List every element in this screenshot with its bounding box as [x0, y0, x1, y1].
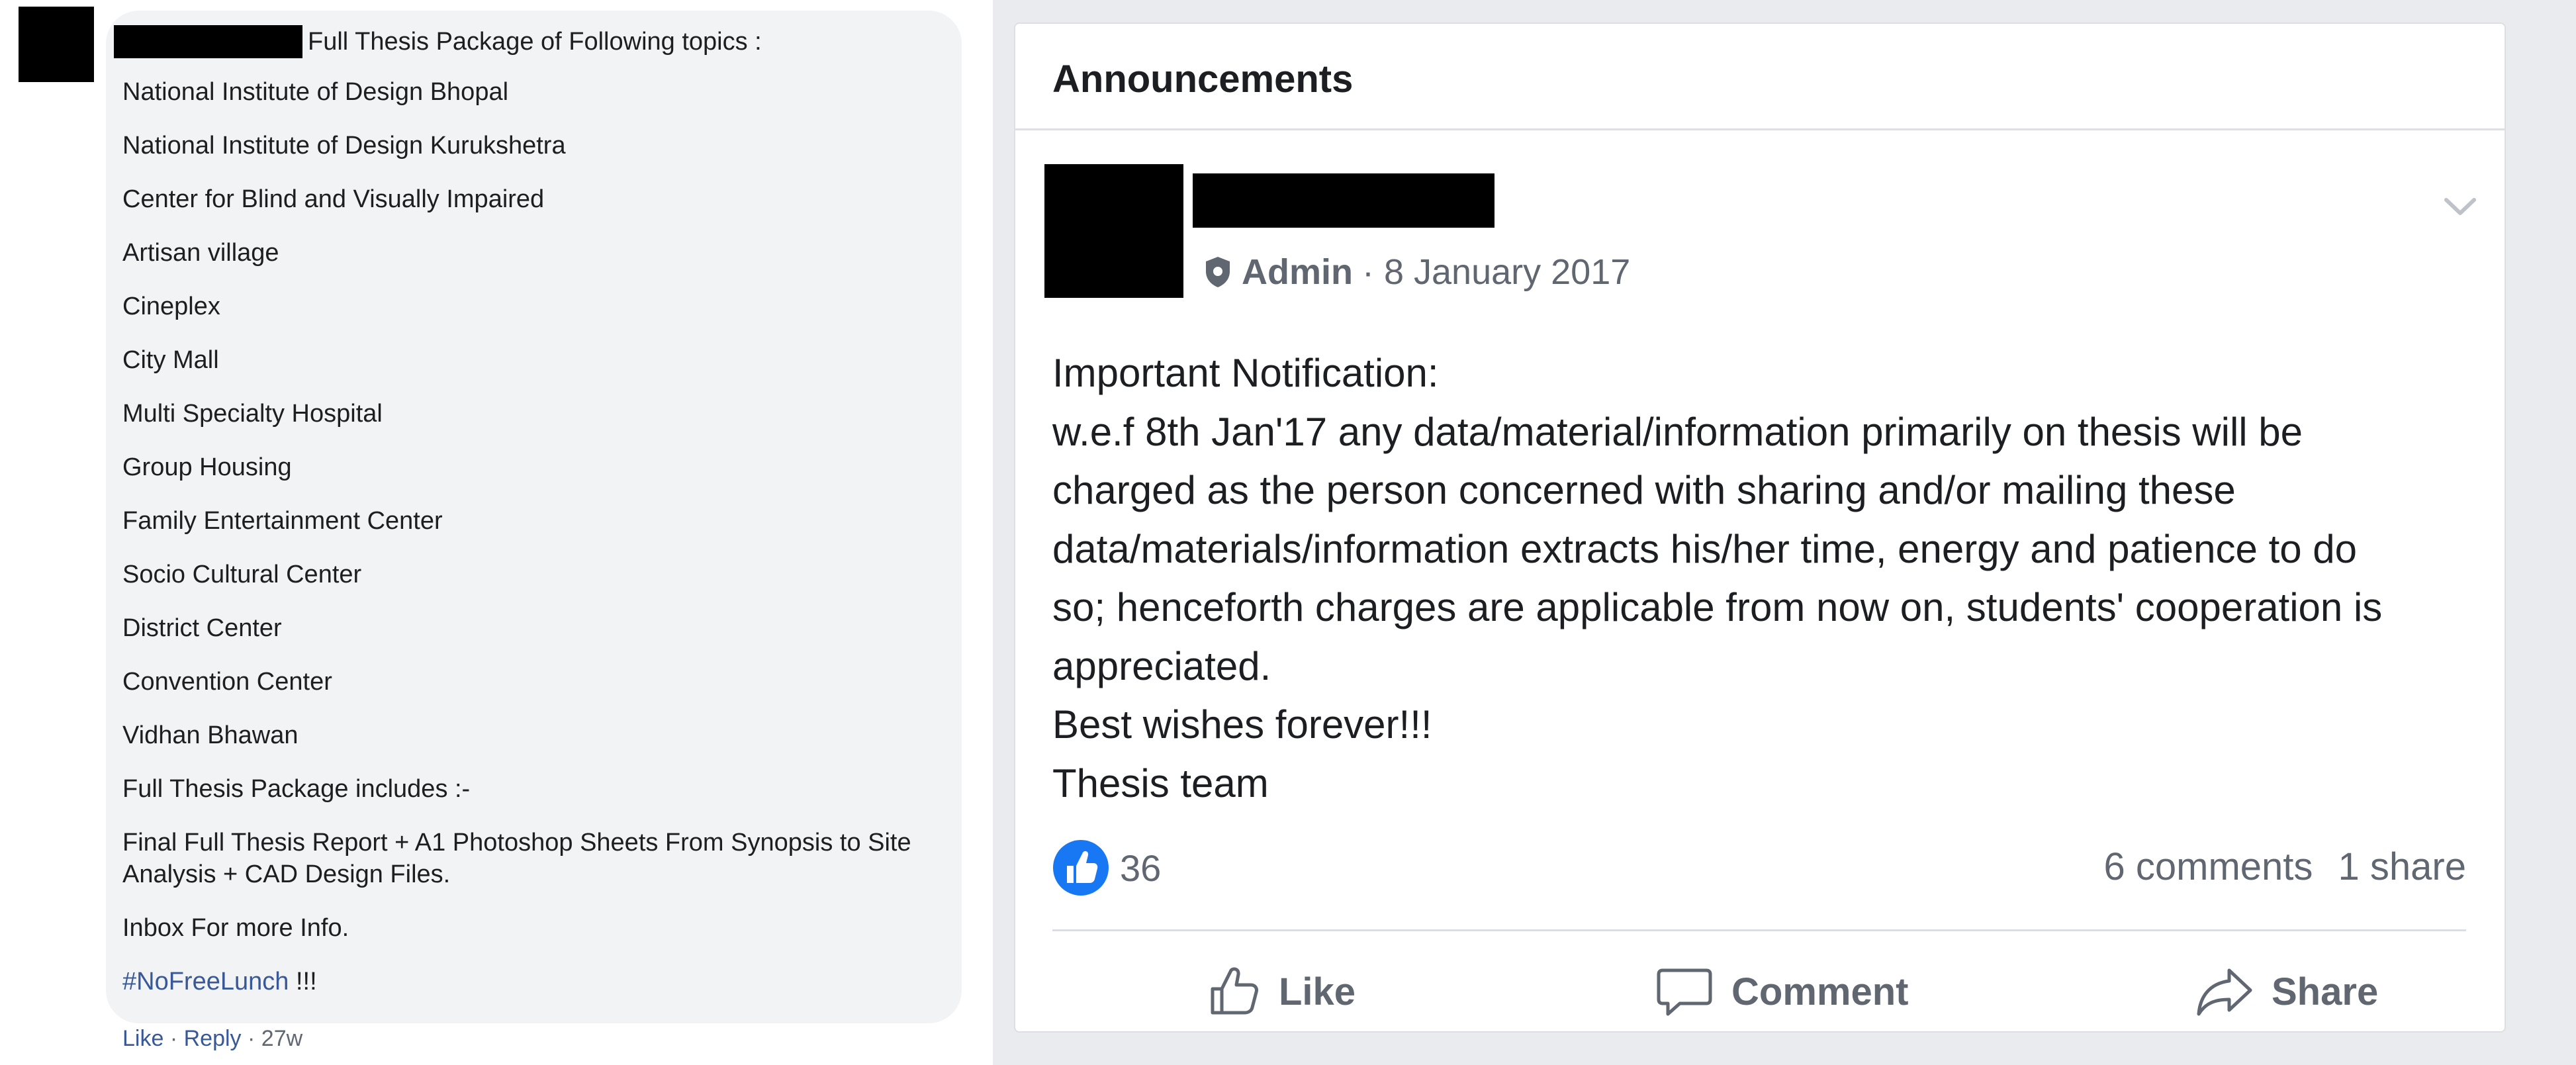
commenter-name-redacted[interactable] [114, 25, 302, 58]
reaction-count: 36 [1120, 847, 1162, 889]
topic-item: Multi Specialty Hospital [122, 400, 383, 428]
comment-header: Full Thesis Package of Following topics … [114, 25, 762, 58]
reaction-summary[interactable]: 36 [1052, 839, 1161, 896]
topic-item: Convention Center [122, 668, 332, 696]
post-body-line: Thesis team [1052, 761, 1269, 806]
comment-like-link[interactable]: Like [122, 1026, 163, 1051]
comment-icon [1657, 968, 1712, 1016]
like-reaction-icon [1053, 840, 1109, 896]
hashtag-suffix: !!! [289, 968, 317, 996]
shares-count-link[interactable]: 1 share [2338, 845, 2466, 888]
post-body-line: so; henceforth charges are applicable fr… [1052, 585, 2383, 629]
post-meta: Admin · 8 January 2017 [1203, 252, 1630, 293]
post-date[interactable]: · 8 January 2017 [1362, 252, 1630, 293]
comment-button[interactable]: Comment [1656, 958, 1908, 1025]
separator: · [248, 1026, 255, 1051]
announcement-title: Announcements [1052, 58, 1354, 101]
post-body: Important Notification: w.e.f 8th Jan'17… [1052, 344, 2495, 813]
topic-item: Center for Blind and Visually Impaired [122, 185, 545, 213]
post-body-line: w.e.f 8th Jan'17 any data/material/infor… [1052, 409, 2303, 454]
comment-button-label: Comment [1731, 970, 1909, 1013]
comment-header-text: Full Thesis Package of Following topics … [308, 27, 762, 56]
comment-reply-link[interactable]: Reply [184, 1026, 242, 1051]
topic-item: Vidhan Bhawan [122, 721, 299, 749]
announcement-header: Announcements [1015, 24, 2505, 130]
chevron-down-icon[interactable] [2442, 195, 2478, 218]
includes-detail: Final Full Thesis Report + A1 Photoshop … [122, 829, 911, 888]
includes-heading: Full Thesis Package includes :- [122, 775, 471, 803]
comment-pane: Full Thesis Package of Following topics … [0, 0, 993, 1065]
share-button-label: Share [2272, 970, 2379, 1013]
like-button-label: Like [1279, 970, 1356, 1013]
announcement-card: Announcements Admin · 8 January 2017 Imp… [1014, 23, 2506, 1033]
post-body-line: data/materials/information extracts his/… [1052, 526, 2358, 571]
hashtag-link[interactable]: #NoFreeLunch [122, 968, 289, 996]
engagement-stats: 6 comments 1 share [2090, 845, 2466, 889]
poster-avatar-redacted[interactable] [1044, 164, 1183, 298]
topic-item: Socio Cultural Center [122, 561, 362, 588]
like-button[interactable]: Like [1207, 958, 1356, 1025]
post-body-line: appreciated. [1052, 643, 1271, 688]
topic-item: District Center [122, 614, 282, 642]
topic-item: National Institute of Design Kurukshetra [122, 132, 566, 160]
topic-item: Group Housing [122, 453, 292, 481]
topic-item: Cineplex [122, 293, 220, 320]
commenter-avatar-redacted[interactable] [19, 7, 94, 82]
topic-item: Artisan village [122, 239, 279, 267]
inbox-text: Inbox For more Info. [122, 914, 349, 942]
divider [1052, 929, 2466, 931]
share-button[interactable]: Share [2196, 958, 2378, 1025]
hashtag-line: #NoFreeLunch !!! [122, 966, 937, 997]
post-body-line: Important Notification: [1052, 351, 1439, 395]
topic-item: City Mall [122, 346, 219, 374]
announcement-pane: Announcements Admin · 8 January 2017 Imp… [993, 0, 2576, 1065]
comments-count-link[interactable]: 6 comments [2104, 845, 2313, 888]
share-icon [2197, 968, 2252, 1016]
comment-actions: Like · Reply · 27w [122, 1026, 302, 1052]
thumbs-up-icon [1211, 967, 1258, 1015]
post-body-line: Best wishes forever!!! [1052, 702, 1432, 747]
topic-item: National Institute of Design Bhopal [122, 78, 509, 106]
comment-age-link[interactable]: 27w [261, 1026, 302, 1051]
post-body-line: charged as the person concerned with sha… [1052, 468, 2236, 512]
admin-badge[interactable]: Admin [1242, 252, 1353, 293]
poster-name-redacted[interactable] [1193, 173, 1495, 228]
topic-item: Family Entertainment Center [122, 507, 443, 535]
separator: · [169, 1026, 178, 1051]
comment-body: National Institute of Design Bhopal Nati… [122, 76, 937, 1019]
shield-icon [1206, 257, 1230, 287]
